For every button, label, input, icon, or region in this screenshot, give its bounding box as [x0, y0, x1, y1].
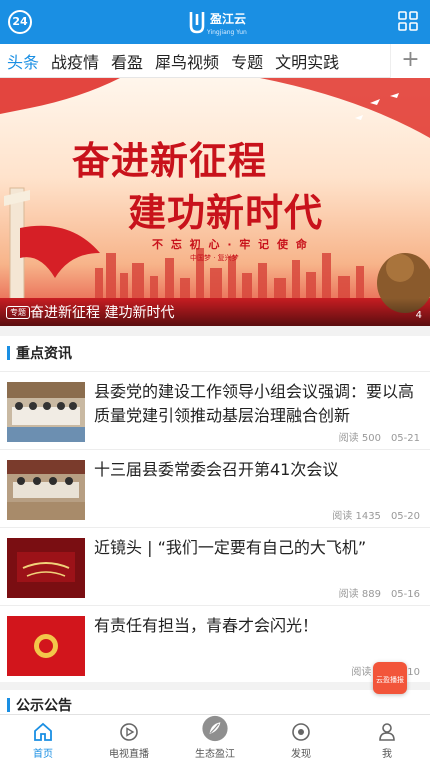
news-title: 近镜头 | “我们一定要有自己的大飞机” — [94, 538, 367, 557]
news-title: 十三届县委常委会召开第41次会议 — [94, 460, 339, 479]
news-item[interactable]: 近镜头 | “我们一定要有自己的大飞机” 阅读 889 05-16 — [0, 527, 430, 605]
news-meta: 阅读 500 05-21 — [339, 429, 420, 444]
news-item[interactable]: 县委党的建设工作领导小组会议强调：要以高质量党建引领推动基层治理融合创新 阅读 … — [0, 371, 430, 449]
banner-title-line2: 建功新时代 — [128, 190, 324, 235]
key-news-section: 重点资讯 县委党的建设工作领导小组会议强调：要以高质量党建引领推动基层治理融合创… — [0, 336, 430, 682]
app-logo: 盈江云 Yingjiang Yun — [187, 8, 247, 36]
top-bar: 24 盈江云 Yingjiang Yun — [0, 0, 430, 44]
nav-me[interactable]: 我 — [344, 715, 430, 765]
read-count: 阅读 500 — [338, 433, 381, 444]
news-date: 05-21 — [390, 433, 420, 444]
banner-caption-bar: 专题 奋进新征程 建功新时代 4 — [0, 298, 430, 326]
leaf-logo-icon — [202, 715, 228, 742]
nav-label: 我 — [382, 749, 392, 760]
banner-title-line1: 奋进新征程 — [72, 138, 268, 183]
news-thumbnail — [7, 538, 85, 598]
topic-tag: 专题 — [6, 306, 30, 319]
news-meta: 阅读 1435 05-20 — [332, 507, 420, 522]
section-accent-bar — [7, 345, 10, 360]
news-title: 县委党的建设工作领导小组会议强调：要以高质量党建引领推动基层治理融合创新 — [94, 382, 415, 425]
banner-carousel[interactable]: 奋进新征程 建功新时代 不 忘 初 心 · 牢 记 使 命 中国梦 · 复兴梦 … — [0, 78, 430, 326]
news-date: 05-20 — [390, 511, 420, 522]
tab-toutiao[interactable]: 头条 — [7, 49, 39, 73]
play-circle-icon — [120, 723, 138, 741]
tab-zhuanti[interactable]: 专题 — [231, 49, 263, 73]
section-title: 公示公告 — [16, 698, 72, 714]
section-title: 重点资讯 — [16, 345, 72, 362]
logo-mark-icon — [189, 12, 205, 34]
channel-tabs: 头条 战疫情 看盈 犀鸟视频 专题 文明实践 + — [0, 44, 430, 78]
home-icon — [34, 722, 52, 741]
tab-xiniao-video[interactable]: 犀鸟视频 — [155, 49, 219, 73]
news-meta: 阅读 889 05-16 — [339, 585, 420, 600]
person-icon — [379, 723, 395, 741]
read-count: 阅读 889 — [338, 589, 381, 600]
bottom-nav: 首页 电视直播 生态盈江 发现 我 — [0, 714, 430, 765]
nav-home[interactable]: 首页 — [0, 715, 86, 765]
nav-eco-yingjiang[interactable]: 生态盈江 — [172, 715, 258, 765]
compass-icon — [292, 723, 310, 741]
read-count: 阅读 1435 — [332, 511, 381, 522]
add-channel-button[interactable]: + — [390, 44, 430, 78]
badge-24-icon[interactable]: 24 — [8, 10, 32, 34]
section-accent-bar — [7, 698, 10, 712]
news-item[interactable]: 有责任有担当，青春才会闪光！ 阅读 505-10 — [0, 605, 430, 683]
grid-menu-icon[interactable] — [398, 11, 418, 31]
news-date: 05-16 — [390, 589, 420, 600]
tab-zhanyiqing[interactable]: 战疫情 — [51, 49, 99, 73]
banner-page-indicator: 4 — [415, 310, 422, 321]
nav-label: 生态盈江 — [195, 749, 235, 760]
news-thumbnail — [7, 616, 85, 676]
floating-broadcast-button[interactable]: 云盈播报 — [373, 662, 407, 694]
news-thumbnail — [7, 382, 85, 442]
banner-subtitle-small: 中国梦 · 复兴梦 — [190, 254, 239, 262]
news-thumbnail — [7, 460, 85, 520]
nav-label: 电视直播 — [109, 749, 149, 760]
logo-subtext: Yingjiang Yun — [207, 29, 247, 36]
section-header: 重点资讯 — [0, 336, 430, 369]
tab-kanying[interactable]: 看盈 — [111, 49, 143, 73]
nav-discover[interactable]: 发现 — [258, 715, 344, 765]
tab-wenming-shijian[interactable]: 文明实践 — [275, 49, 339, 73]
banner-subtitle: 不 忘 初 心 · 牢 记 使 命 — [152, 238, 309, 251]
news-item[interactable]: 十三届县委常委会召开第41次会议 阅读 1435 05-20 — [0, 449, 430, 527]
nav-label: 发现 — [291, 749, 311, 760]
nav-tv-live[interactable]: 电视直播 — [86, 715, 172, 765]
nav-label: 首页 — [33, 749, 53, 760]
banner-caption[interactable]: 奋进新征程 建功新时代 — [30, 302, 174, 322]
news-title: 有责任有担当，青春才会闪光！ — [94, 616, 319, 635]
logo-text: 盈江云 — [210, 12, 247, 26]
